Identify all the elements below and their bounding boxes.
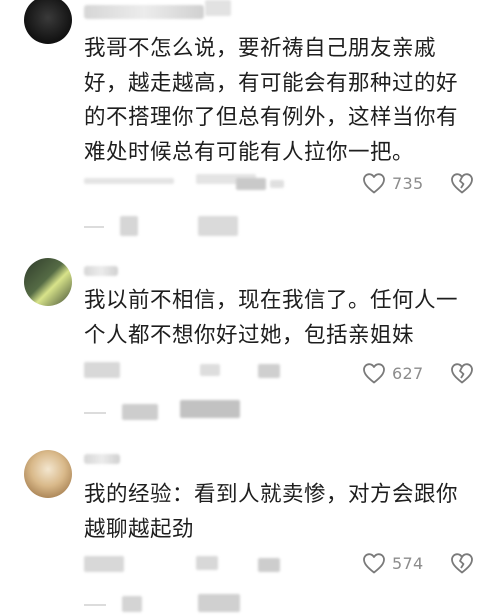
comment-text: 我哥不怎么说，要祈祷自己朋友亲戚好，越走越高，有可能会有那种过的好的不搭理你了但… [84, 36, 459, 165]
comment-text: 我以前不相信，现在我信了。任何人一个人都不想你好过她，包括亲姐妹 [84, 288, 459, 348]
blurred-region [84, 556, 124, 572]
blurred-region [200, 364, 220, 376]
like-button[interactable]: 627 [362, 362, 423, 384]
blurred-region [84, 226, 104, 228]
blurred-region [270, 180, 284, 188]
avatar[interactable] [24, 0, 72, 44]
broken-heart-icon [450, 172, 474, 194]
blurred-region [120, 216, 138, 236]
dislike-button[interactable] [450, 172, 474, 194]
heart-outline-icon [362, 552, 386, 574]
like-button[interactable]: 735 [362, 172, 423, 194]
blurred-region [84, 178, 174, 184]
blurred-region [84, 362, 120, 378]
blurred-region [122, 596, 142, 612]
blurred-region [84, 604, 106, 606]
blurred-region [122, 404, 158, 420]
broken-heart-icon [450, 552, 474, 574]
heart-outline-icon [362, 362, 386, 384]
blurred-region [258, 364, 280, 378]
blurred-region [198, 216, 238, 236]
like-count: 574 [392, 553, 424, 573]
like-button[interactable]: 574 [362, 552, 423, 574]
avatar[interactable] [24, 450, 72, 498]
blurred-region [198, 594, 240, 612]
heart-outline-icon [362, 172, 386, 194]
blurred-region [258, 558, 280, 572]
username-blurred[interactable] [84, 266, 118, 276]
blurred-region [236, 178, 266, 190]
blurred-region [196, 556, 218, 570]
username-blurred[interactable] [84, 5, 204, 19]
dislike-button[interactable] [450, 552, 474, 574]
blurred-region [180, 400, 240, 418]
avatar[interactable] [24, 258, 72, 306]
like-count: 627 [392, 363, 424, 383]
comment-text: 我的经验：看到人就卖惨，对方会跟你越聊越起劲 [84, 482, 459, 542]
blurred-region [205, 0, 231, 16]
like-count: 735 [392, 173, 424, 193]
broken-heart-icon [450, 362, 474, 384]
username-blurred[interactable] [84, 454, 120, 464]
dislike-button[interactable] [450, 362, 474, 384]
blurred-region [84, 412, 106, 414]
